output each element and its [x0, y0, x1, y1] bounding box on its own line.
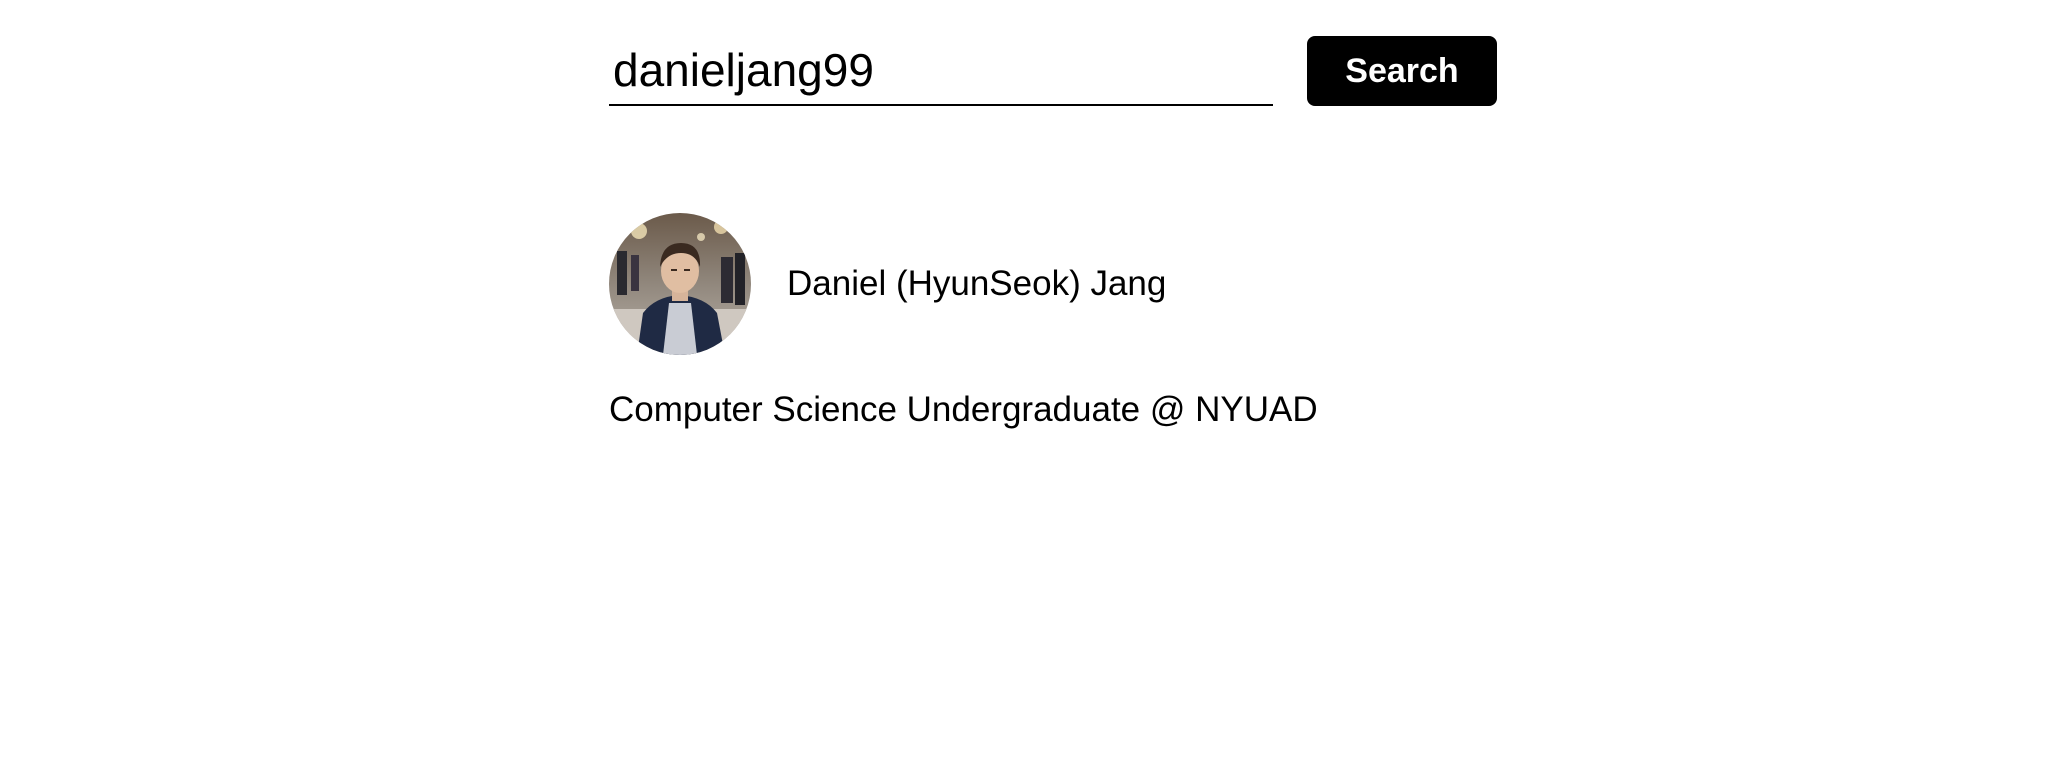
profile-card: Daniel (HyunSeok) Jang	[609, 213, 1166, 355]
avatar-photo	[609, 213, 751, 355]
search-button[interactable]: Search	[1307, 36, 1497, 106]
profile-name: Daniel (HyunSeok) Jang	[787, 264, 1167, 303]
search-bar: Search	[609, 36, 1499, 110]
search-input[interactable]	[609, 36, 1273, 106]
profile-bio: Computer Science Undergraduate @ NYUAD	[609, 390, 1318, 429]
avatar	[609, 213, 751, 355]
